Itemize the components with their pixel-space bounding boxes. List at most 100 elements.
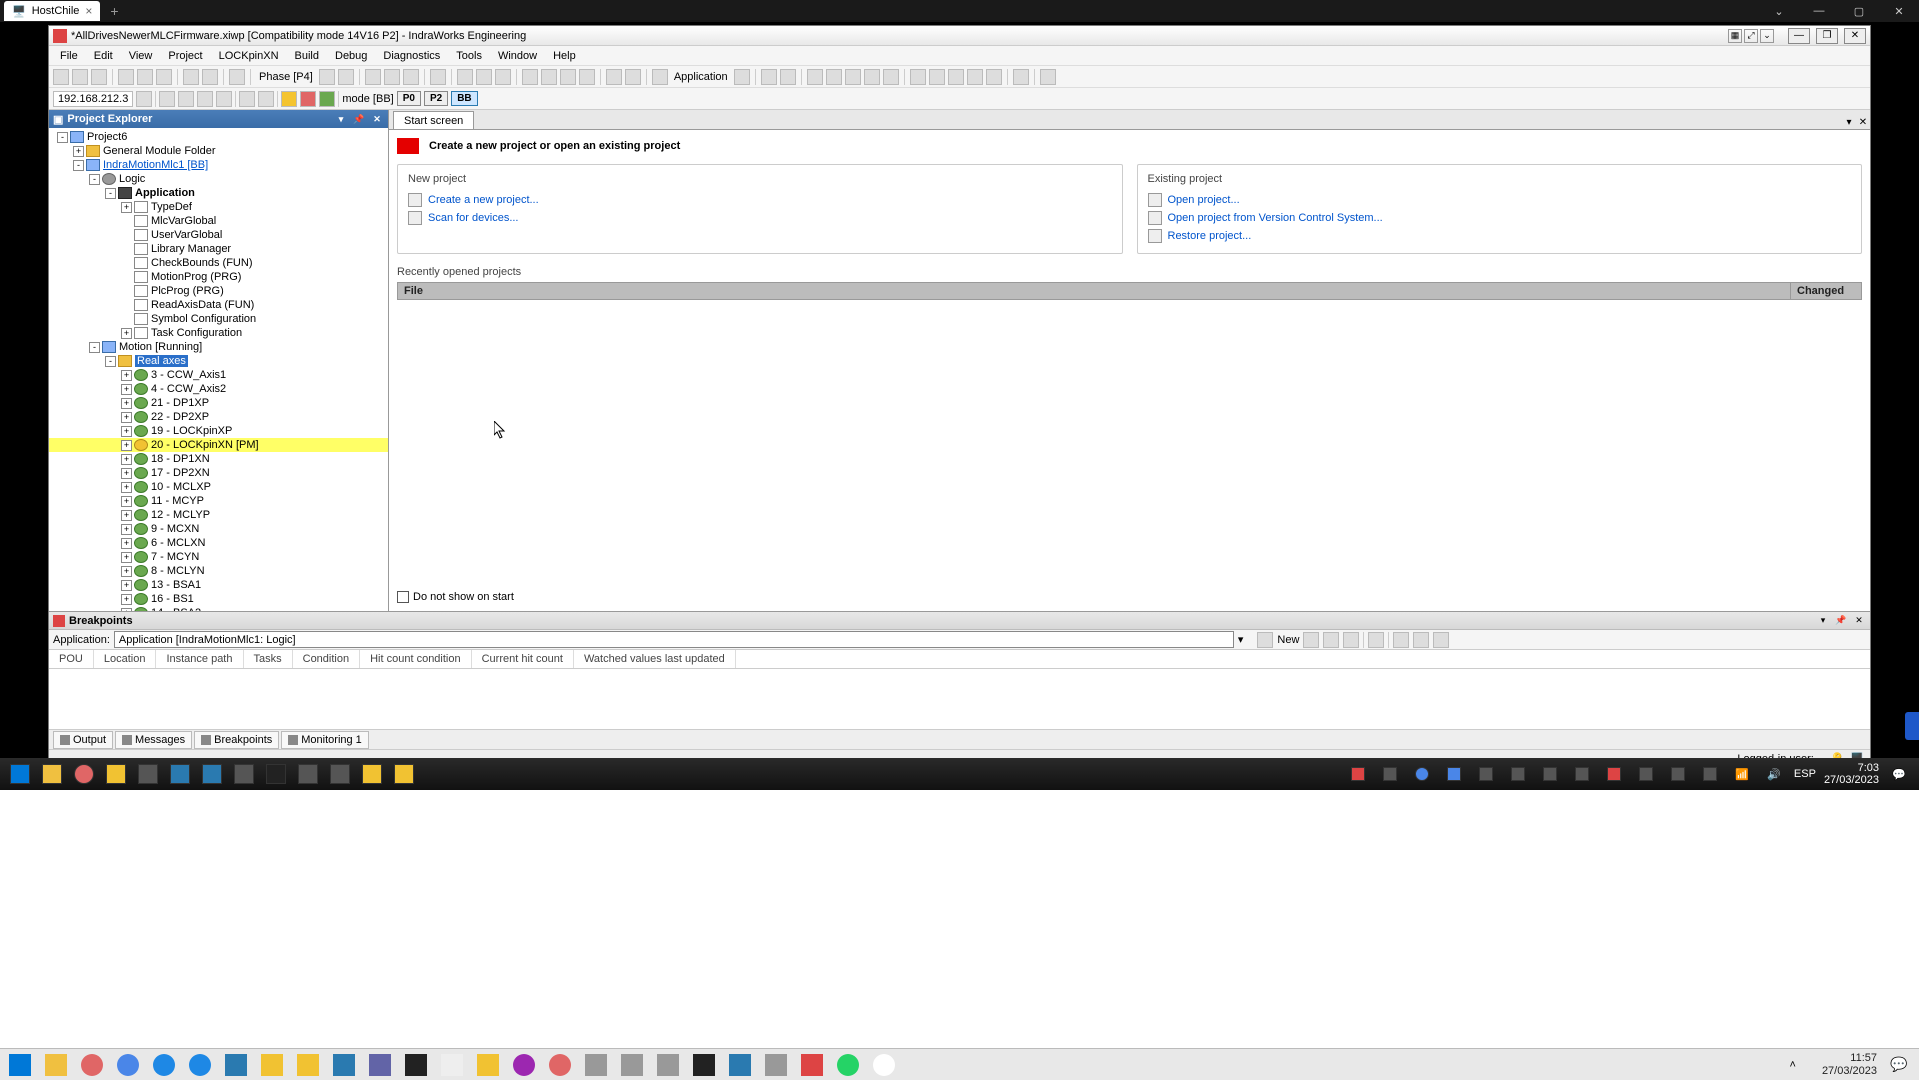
start-button[interactable] bbox=[2, 1050, 38, 1080]
terminal-icon[interactable] bbox=[398, 1050, 434, 1080]
menu-tools[interactable]: Tools bbox=[449, 48, 489, 64]
tool-icon[interactable] bbox=[1433, 632, 1449, 648]
menu-debug[interactable]: Debug bbox=[328, 48, 374, 64]
tool-icon[interactable] bbox=[457, 69, 473, 85]
tool-icon[interactable] bbox=[967, 69, 983, 85]
tool-icon[interactable] bbox=[495, 69, 511, 85]
menu-project[interactable]: Project bbox=[161, 48, 209, 64]
tree-item[interactable]: +18 - DP1XN bbox=[49, 452, 388, 466]
tool-icon[interactable] bbox=[606, 69, 622, 85]
column-header[interactable]: Instance path bbox=[156, 650, 243, 668]
remote-clock-time[interactable]: 7:03 27/03/2023 bbox=[1820, 762, 1883, 786]
tree-item[interactable]: UserVarGlobal bbox=[49, 228, 388, 242]
tree-item[interactable]: CheckBounds (FUN) bbox=[49, 256, 388, 270]
tool-icon[interactable] bbox=[1343, 632, 1359, 648]
bottom-tab[interactable]: Output bbox=[53, 731, 113, 749]
expand-icon[interactable]: - bbox=[89, 342, 100, 353]
application-label[interactable]: Application bbox=[671, 71, 731, 83]
tree-item[interactable]: MlcVarGlobal bbox=[49, 214, 388, 228]
tree-item[interactable]: +19 - LOCKpinXP bbox=[49, 424, 388, 438]
app-icon[interactable] bbox=[290, 1050, 326, 1080]
expand-icon[interactable]: - bbox=[73, 160, 84, 171]
expand-icon[interactable]: + bbox=[121, 412, 132, 423]
explorer-icon[interactable] bbox=[38, 1050, 74, 1080]
tray-icon[interactable] bbox=[1407, 761, 1437, 787]
tree-item[interactable]: -Project6 bbox=[49, 130, 388, 144]
edge-icon[interactable] bbox=[146, 1050, 182, 1080]
tool-icon[interactable] bbox=[1323, 632, 1339, 648]
warn-icon[interactable] bbox=[281, 91, 297, 107]
chevron-up-icon[interactable]: ˄ bbox=[1784, 1059, 1802, 1071]
tree-item[interactable]: +17 - DP2XN bbox=[49, 466, 388, 480]
tool-icon[interactable] bbox=[476, 69, 492, 85]
existing-project-link[interactable]: Restore project... bbox=[1148, 227, 1852, 245]
tray-icon[interactable] bbox=[1439, 761, 1469, 787]
bb-button[interactable]: BB bbox=[451, 91, 477, 106]
menu-file[interactable]: File bbox=[53, 48, 85, 64]
maximize-icon[interactable]: ▢ bbox=[1839, 0, 1879, 22]
tool-icon[interactable] bbox=[929, 69, 945, 85]
breakpoints-header[interactable]: Breakpoints ▾ 📌 ✕ bbox=[49, 612, 1870, 630]
project-explorer-header[interactable]: ▣ Project Explorer ▾ 📌 ✕ bbox=[49, 110, 388, 128]
play-icon[interactable] bbox=[807, 69, 823, 85]
nav-back-icon[interactable] bbox=[229, 69, 245, 85]
pause-icon[interactable] bbox=[845, 69, 861, 85]
tray-icon[interactable] bbox=[1567, 761, 1597, 787]
tree-item[interactable]: +4 - CCW_Axis2 bbox=[49, 382, 388, 396]
expand-icon[interactable]: + bbox=[121, 482, 132, 493]
step-icon[interactable] bbox=[883, 69, 899, 85]
vscode-icon[interactable] bbox=[165, 761, 195, 787]
tool-icon[interactable] bbox=[986, 69, 1002, 85]
tool-icon[interactable] bbox=[197, 91, 213, 107]
tree-item[interactable]: Library Manager bbox=[49, 242, 388, 256]
tree-item[interactable]: +7 - MCYN bbox=[49, 550, 388, 564]
menu-view[interactable]: View bbox=[122, 48, 160, 64]
tool-icon[interactable] bbox=[541, 69, 557, 85]
menu-window[interactable]: Window bbox=[491, 48, 544, 64]
app-icon[interactable] bbox=[293, 761, 323, 787]
app-icon[interactable] bbox=[254, 1050, 290, 1080]
save-icon[interactable] bbox=[91, 69, 107, 85]
tool-icon[interactable] bbox=[625, 69, 641, 85]
bottom-tab[interactable]: Monitoring 1 bbox=[281, 731, 369, 749]
tree-item[interactable]: +21 - DP1XP bbox=[49, 396, 388, 410]
record-icon[interactable] bbox=[864, 69, 880, 85]
tray-icon[interactable] bbox=[1695, 761, 1725, 787]
tool-icon[interactable] bbox=[1393, 632, 1409, 648]
tree-item[interactable]: +12 - MCLYP bbox=[49, 508, 388, 522]
tree-item[interactable]: MotionProg (PRG) bbox=[49, 270, 388, 284]
tool-icon[interactable] bbox=[216, 91, 232, 107]
tool-icon[interactable] bbox=[403, 69, 419, 85]
menu-lockpinxn[interactable]: LOCKpinXN bbox=[212, 48, 286, 64]
tool-icon[interactable] bbox=[522, 69, 538, 85]
tree-item[interactable]: +Task Configuration bbox=[49, 326, 388, 340]
app-icon[interactable] bbox=[650, 1050, 686, 1080]
tool-icon[interactable] bbox=[1040, 69, 1056, 85]
dropdown-icon[interactable]: ▾ bbox=[1842, 115, 1856, 129]
tree-item[interactable]: +20 - LOCKpinXN [PM] bbox=[49, 438, 388, 452]
tray-icon[interactable] bbox=[1503, 761, 1533, 787]
app-icon[interactable] bbox=[866, 1050, 902, 1080]
application-combo[interactable]: Application [IndraMotionMlc1: Logic] bbox=[114, 631, 1234, 648]
new-project-link[interactable]: Scan for devices... bbox=[408, 209, 1112, 227]
expand-icon[interactable]: + bbox=[121, 580, 132, 591]
notifications-icon[interactable]: 💬 bbox=[1884, 761, 1914, 787]
chrome-icon[interactable] bbox=[69, 761, 99, 787]
expand-icon[interactable]: + bbox=[121, 468, 132, 479]
tray-icon[interactable] bbox=[1375, 761, 1405, 787]
tree-item[interactable]: +10 - MCLXP bbox=[49, 480, 388, 494]
tool-icon[interactable] bbox=[579, 69, 595, 85]
column-header[interactable]: Watched values last updated bbox=[574, 650, 736, 668]
chrome-icon[interactable] bbox=[110, 1050, 146, 1080]
tree-item[interactable]: +3 - CCW_Axis1 bbox=[49, 368, 388, 382]
new-project-link[interactable]: Create a new project... bbox=[408, 191, 1112, 209]
gear-icon[interactable] bbox=[652, 69, 668, 85]
tree-item[interactable]: +22 - DP2XP bbox=[49, 410, 388, 424]
tree-item[interactable]: +16 - BS1 bbox=[49, 592, 388, 606]
app-icon[interactable] bbox=[614, 1050, 650, 1080]
expand-icon[interactable]: + bbox=[121, 496, 132, 507]
expand-icon[interactable]: + bbox=[121, 552, 132, 563]
pin-icon[interactable]: 📌 bbox=[352, 112, 366, 126]
restore-button[interactable]: ❐ bbox=[1816, 28, 1838, 44]
tree-item[interactable]: +9 - MCXN bbox=[49, 522, 388, 536]
